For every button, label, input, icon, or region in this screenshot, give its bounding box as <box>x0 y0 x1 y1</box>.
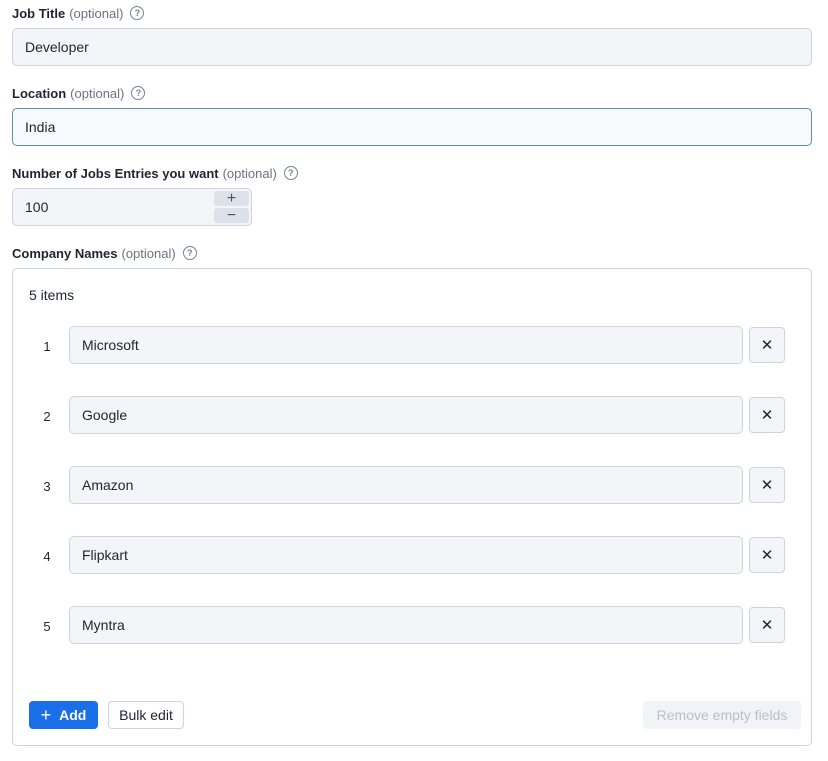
help-icon[interactable]: ? <box>130 6 145 20</box>
remove-item-button[interactable]: ✕ <box>749 537 785 573</box>
optional-tag: (optional) <box>69 5 124 21</box>
num-jobs-label-text: Number of Jobs Entries you want <box>12 165 219 181</box>
row-number: 2 <box>43 409 51 424</box>
bulk-edit-button[interactable]: Bulk edit <box>108 701 184 729</box>
location-label: Location (optional) ? <box>12 83 146 103</box>
company-input[interactable]: Google <box>69 396 743 434</box>
increment-button[interactable]: + <box>214 190 249 206</box>
help-icon[interactable]: ? <box>182 246 197 260</box>
add-item-button[interactable]: + Add <box>29 701 98 729</box>
close-icon: ✕ <box>760 477 774 494</box>
help-icon[interactable]: ? <box>131 86 146 100</box>
location-label-text: Location <box>12 85 67 101</box>
row-number: 4 <box>43 549 51 564</box>
add-label: Add <box>59 707 87 723</box>
company-input[interactable]: Flipkart <box>69 536 743 574</box>
job-title-label: Job Title (optional) ? <box>12 3 145 23</box>
job-title-label-text: Job Title <box>12 5 66 21</box>
job-title-input[interactable]: Developer <box>12 28 812 66</box>
close-icon: ✕ <box>760 617 774 634</box>
optional-tag: (optional) <box>222 165 277 181</box>
close-icon: ✕ <box>760 337 774 354</box>
company-input[interactable]: Amazon <box>69 466 743 504</box>
row-number: 5 <box>43 619 51 634</box>
company-input[interactable]: Microsoft <box>69 326 743 364</box>
remove-item-button[interactable]: ✕ <box>749 467 785 503</box>
item-count: 5 items <box>29 287 75 303</box>
remove-item-button[interactable]: ✕ <box>749 397 785 433</box>
help-icon[interactable]: ? <box>283 166 298 180</box>
optional-tag: (optional) <box>70 85 125 101</box>
num-jobs-label: Number of Jobs Entries you want (optiona… <box>12 163 298 183</box>
decrement-button[interactable]: − <box>214 207 249 223</box>
company-input[interactable]: Myntra <box>69 606 743 644</box>
row-number: 3 <box>43 479 51 494</box>
optional-tag: (optional) <box>121 245 176 261</box>
remove-empty-fields-button[interactable]: Remove empty fields <box>643 701 801 729</box>
location-input[interactable]: India <box>12 108 812 146</box>
company-names-label: Company Names (optional) ? <box>12 243 197 263</box>
company-names-label-text: Company Names <box>12 245 118 261</box>
remove-item-button[interactable]: ✕ <box>749 327 785 363</box>
close-icon: ✕ <box>760 407 774 424</box>
row-number: 1 <box>43 339 51 354</box>
company-names-panel: 5 items 1 Microsoft ✕ 2 Google ✕ 3 Amazo… <box>12 268 812 746</box>
remove-item-button[interactable]: ✕ <box>749 607 785 643</box>
quantity-stepper: + − <box>214 190 249 224</box>
close-icon: ✕ <box>760 547 774 564</box>
plus-icon: + <box>40 705 52 725</box>
